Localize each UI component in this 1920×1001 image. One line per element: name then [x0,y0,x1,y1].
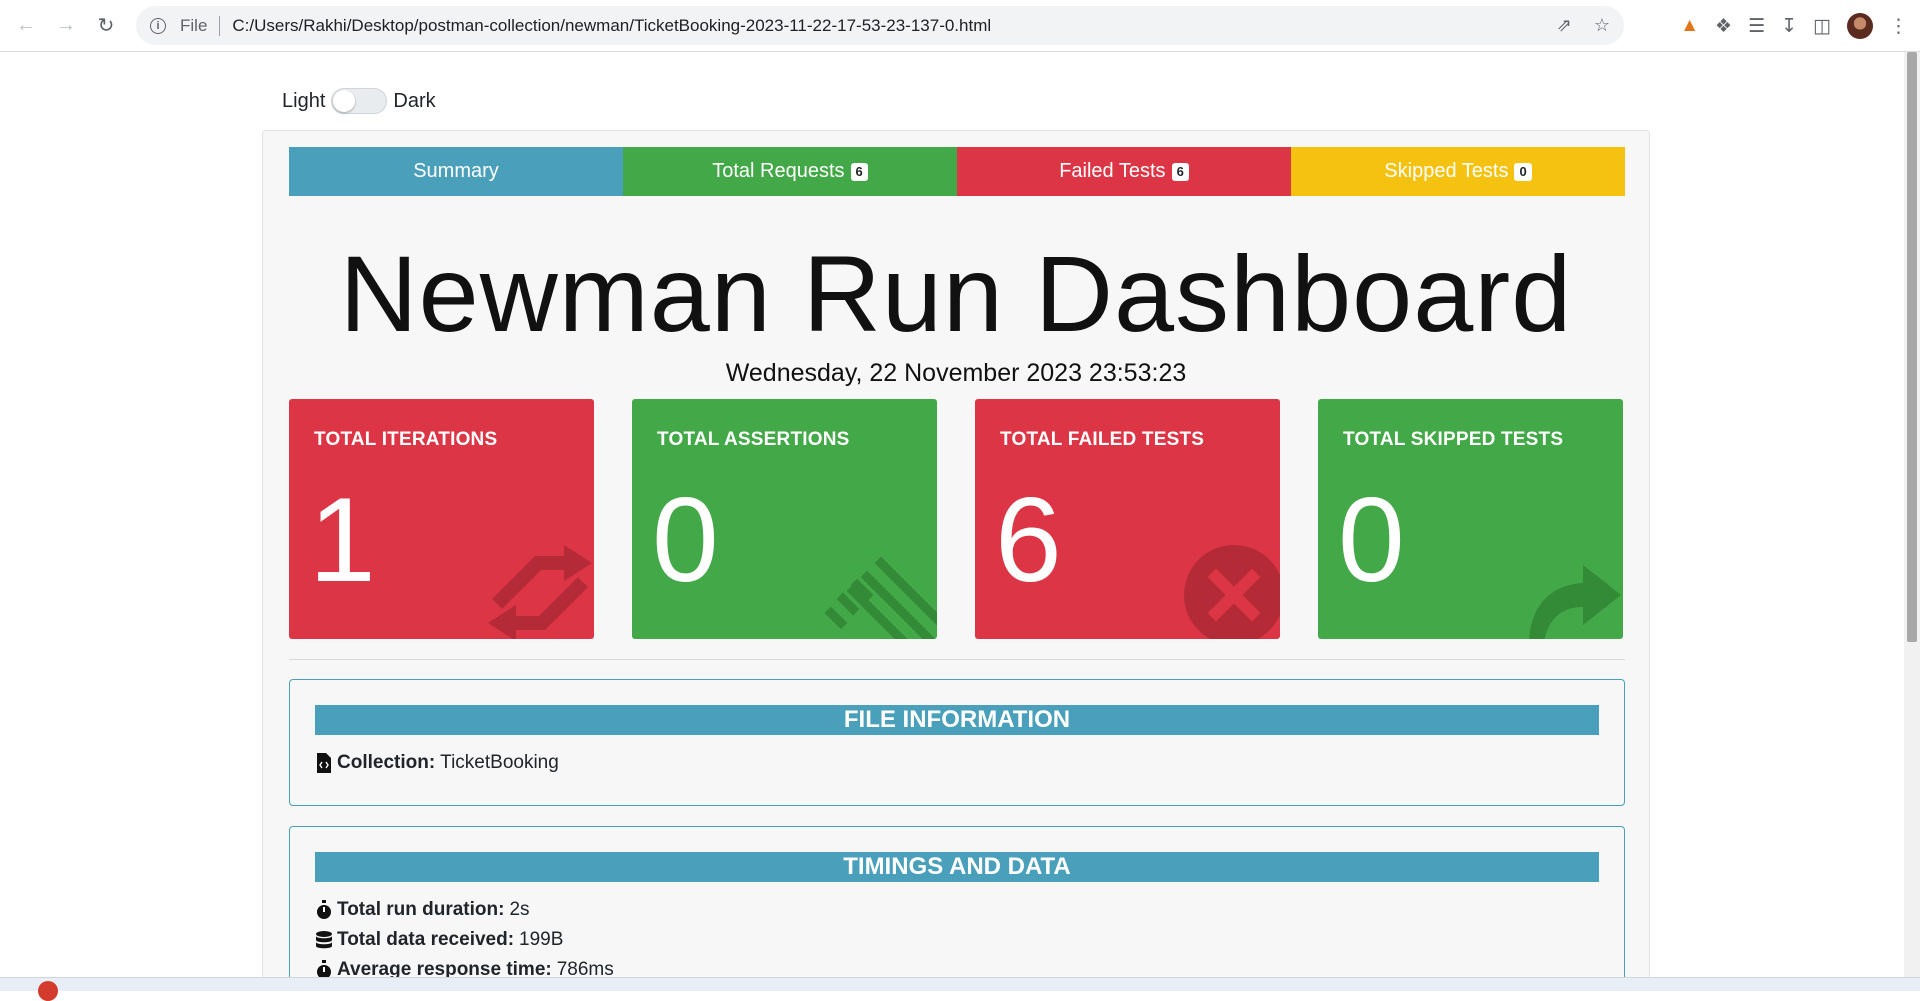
dark-label: Dark [393,89,436,112]
file-information-heading: FILE INFORMATION [315,705,1599,735]
collection-row: Collection: TicketBooking [315,752,559,774]
timing-row: Total data received: 199B [315,929,563,951]
file-scheme-label: File [180,15,208,35]
tab-total-requests[interactable]: Total Requests 6 [623,147,957,196]
tab-failed-tests-badge: 6 [1171,162,1189,181]
card-value: 0 [652,473,719,607]
timing-value: 2s [509,899,530,920]
url-text[interactable]: C:/Users/Rakhi/Desktop/postman-collectio… [232,16,991,36]
timing-value: 199B [519,929,564,950]
run-datetime: Wednesday, 22 November 2023 23:53:23 [725,359,1187,387]
browser-toolbar: ← → ↻ i File C:/Users/Rakhi/Desktop/post… [0,0,1920,52]
download-icon[interactable]: ↧ [1781,15,1797,38]
timing-label: Average response time: [337,959,552,977]
share-arrow-icon [1529,565,1621,639]
timing-row: Average response time: 786ms [315,959,614,977]
tab-skipped-tests[interactable]: Skipped Tests 0 [1291,147,1625,196]
menu-icon[interactable]: ⋮ [1889,15,1908,38]
theme-toggle: Light Dark [282,88,436,114]
switch-knob [333,90,356,112]
back-icon[interactable]: ← [12,12,40,40]
light-label: Light [282,89,326,112]
page-content: Light Dark Summary Total Requests 6 Fail… [0,52,1904,977]
media-queue-icon[interactable]: ☰ [1748,15,1765,38]
stopwatch-icon [317,960,331,977]
database-icon [316,931,332,949]
tab-failed-tests[interactable]: Failed Tests 6 [957,147,1291,196]
card-total-skipped-tests: TOTAL SKIPPED TESTS 0 [1318,399,1623,639]
page-scrollbar[interactable] [1904,52,1920,977]
tab-failed-tests-label: Failed Tests [1059,160,1166,182]
tab-summary[interactable]: Summary [289,147,623,196]
taskbar [0,977,1920,1001]
page-title: Newman Run Dashboard [339,233,1573,354]
tab-total-requests-label: Total Requests [712,160,845,182]
address-bar[interactable]: i File C:/Users/Rakhi/Desktop/postman-co… [136,6,1624,45]
timing-row: Total run duration: 2s [315,899,530,921]
info-icon[interactable]: i [150,17,166,34]
forward-icon[interactable]: → [52,12,80,40]
card-label: TOTAL FAILED TESTS [1000,429,1205,450]
timing-label: Total data received: [337,929,515,950]
nav-tabs: Summary Total Requests 6 Failed Tests 6 … [289,147,1625,196]
times-circle-icon [1184,545,1280,639]
collection-value: TicketBooking [440,752,559,773]
summary-cards: TOTAL ITERATIONS 1 TOTAL ASSERTIONS 0 TO… [289,399,1625,639]
timing-value: 786ms [556,959,614,977]
reload-icon[interactable]: ↻ [92,12,120,40]
card-total-failed-tests: TOTAL FAILED TESTS 6 [975,399,1280,639]
collection-label: Collection: [337,752,436,773]
tab-total-requests-badge: 6 [850,162,868,181]
card-value: 1 [309,473,376,607]
star-icon[interactable]: ☆ [1594,15,1610,36]
tab-summary-label: Summary [413,160,499,182]
profile-avatar[interactable] [1847,13,1873,39]
timing-label: Total run duration: [337,899,505,920]
section-divider [289,659,1625,660]
card-total-assertions: TOTAL ASSERTIONS 0 [632,399,937,639]
file-information-panel: FILE INFORMATION Collection: TicketBooki… [289,679,1625,806]
taskbar-app-icon[interactable] [38,981,58,1001]
timings-heading: TIMINGS AND DATA [315,852,1599,882]
card-label: TOTAL SKIPPED TESTS [1343,429,1564,450]
card-value: 0 [1338,473,1405,607]
tab-skipped-tests-badge: 0 [1514,162,1532,181]
theme-switch[interactable] [331,88,388,114]
list-icon [824,556,937,639]
extensions-icon[interactable]: ❖ [1715,15,1732,38]
stopwatch-icon [317,900,331,919]
scrollbar-thumb[interactable] [1907,52,1917,642]
timings-panel: TIMINGS AND DATA Total run duration: 2s … [289,826,1625,977]
share-icon[interactable]: ⇗ [1557,15,1572,36]
card-value: 6 [995,473,1062,607]
card-label: TOTAL ASSERTIONS [657,429,850,450]
sync-icon [488,545,592,639]
file-code-icon [317,753,331,773]
address-separator [219,15,221,36]
metamask-extension-icon[interactable]: ▲ [1680,15,1699,37]
dashboard-container: Summary Total Requests 6 Failed Tests 6 … [262,130,1650,977]
side-panel-icon[interactable]: ◫ [1813,15,1831,38]
card-label: TOTAL ITERATIONS [314,429,498,450]
tab-skipped-tests-label: Skipped Tests [1384,160,1509,182]
card-total-iterations: TOTAL ITERATIONS 1 [289,399,594,639]
